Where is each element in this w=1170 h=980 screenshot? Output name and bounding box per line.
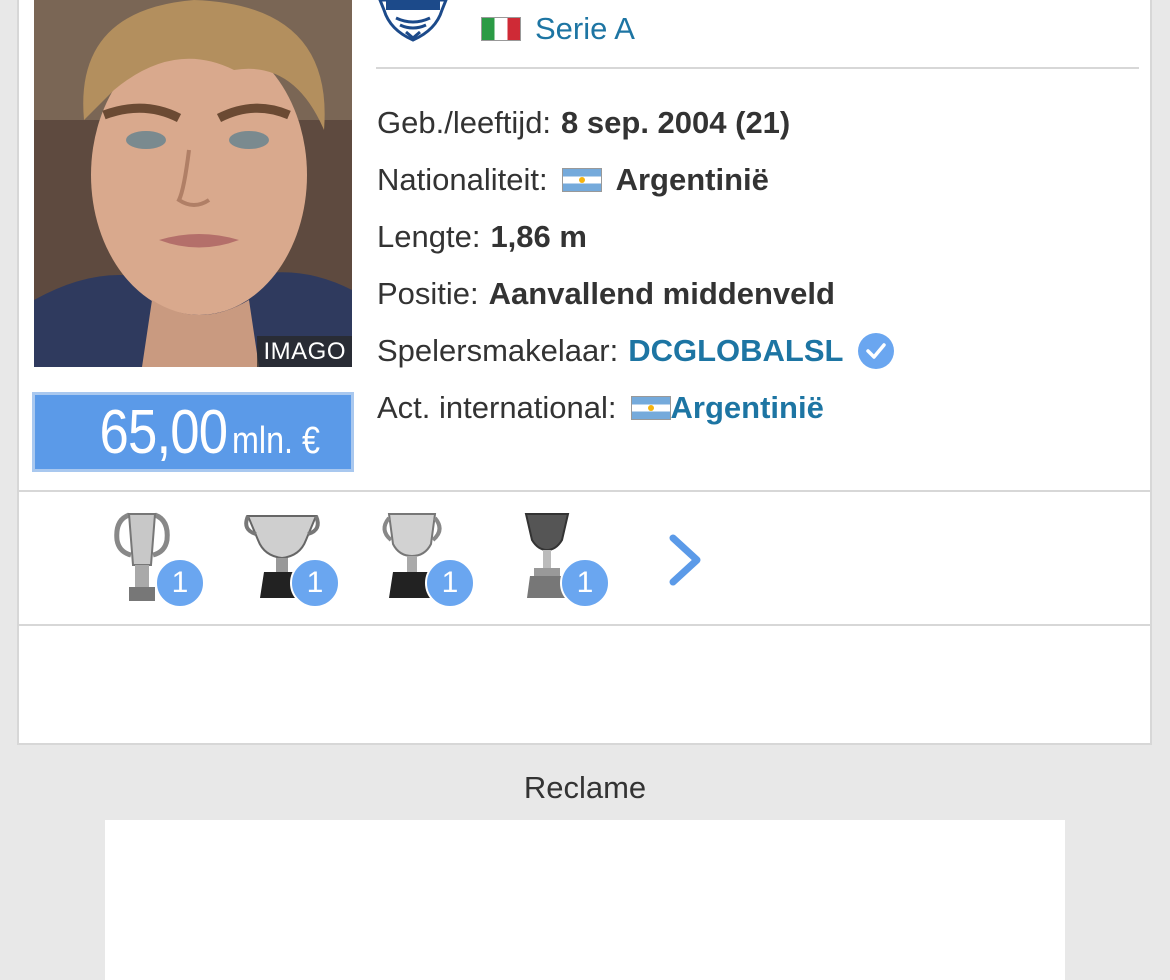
player-header-card: IMAGO 65,00 mln. € Serie A Geb./leeftijd… bbox=[17, 0, 1152, 745]
trophy-count-badge: 1 bbox=[155, 558, 205, 608]
market-value-amount: 65,00 bbox=[99, 398, 228, 467]
player-info-list: Geb./leeftijd: 8 sep. 2004 (21) National… bbox=[377, 94, 895, 436]
agent-link[interactable]: DCGLOBALSL bbox=[628, 327, 843, 375]
info-label-position: Positie: bbox=[377, 275, 479, 311]
trophy-item-copa-del-rey[interactable]: 1 bbox=[377, 510, 487, 610]
info-value-birthdate: 8 sep. 2004 (21) bbox=[561, 104, 791, 140]
chevron-right-icon[interactable] bbox=[667, 532, 707, 588]
como-club-crest-icon[interactable] bbox=[376, 0, 450, 42]
trophy-item-supercopa[interactable]: 1 bbox=[512, 510, 622, 610]
info-row-birthdate: Geb./leeftijd: 8 sep. 2004 (21) bbox=[377, 94, 895, 151]
trophy-item-champions-league[interactable]: 1 bbox=[107, 510, 217, 610]
ad-label: Reclame bbox=[523, 770, 647, 805]
info-row-agent: Spelersmakelaar: DCGLOBALSL bbox=[377, 322, 895, 379]
photo-credit-label: IMAGO bbox=[257, 336, 352, 367]
divider bbox=[19, 624, 1150, 626]
verified-check-icon bbox=[858, 332, 895, 369]
trophy-count-badge: 1 bbox=[290, 558, 340, 608]
league-link[interactable]: Serie A bbox=[535, 11, 635, 47]
info-label-birthdate: Geb./leeftijd: bbox=[377, 104, 552, 140]
argentina-flag-icon bbox=[630, 395, 671, 420]
info-label-agent: Spelersmakelaar: bbox=[377, 332, 619, 368]
trophy-count-badge: 1 bbox=[560, 558, 610, 608]
info-value-height: 1,86 m bbox=[490, 218, 587, 254]
trophy-strip: 1 1 1 1 bbox=[19, 492, 1150, 625]
info-row-position: Positie: Aanvallend middenveld bbox=[377, 265, 895, 322]
trophy-item-la-liga[interactable]: 1 bbox=[242, 510, 352, 610]
league-row[interactable]: Serie A bbox=[481, 8, 635, 50]
player-photo[interactable]: IMAGO bbox=[34, 0, 352, 367]
divider bbox=[376, 67, 1139, 69]
ad-slot[interactable] bbox=[105, 820, 1065, 980]
info-label-height: Lengte: bbox=[377, 218, 481, 254]
italy-flag-icon bbox=[481, 17, 521, 41]
market-value-unit: mln. € bbox=[231, 420, 320, 462]
trophy-count-badge: 1 bbox=[425, 558, 475, 608]
info-value-nationality: Argentinië bbox=[615, 161, 769, 197]
national-team-link[interactable]: Argentinië bbox=[671, 384, 824, 432]
player-portrait-image bbox=[34, 0, 352, 367]
info-row-current-international: Act. international: Argentinië bbox=[377, 379, 895, 436]
info-row-nationality: Nationaliteit: Argentinië bbox=[377, 151, 895, 208]
info-value-position: Aanvallend middenveld bbox=[488, 275, 835, 311]
info-label-current-international: Act. international: bbox=[377, 389, 617, 425]
market-value-box[interactable]: 65,00 mln. € bbox=[32, 392, 354, 472]
info-row-height: Lengte: 1,86 m bbox=[377, 208, 895, 265]
info-label-nationality: Nationaliteit: bbox=[377, 161, 548, 197]
argentina-flag-icon bbox=[561, 167, 602, 192]
